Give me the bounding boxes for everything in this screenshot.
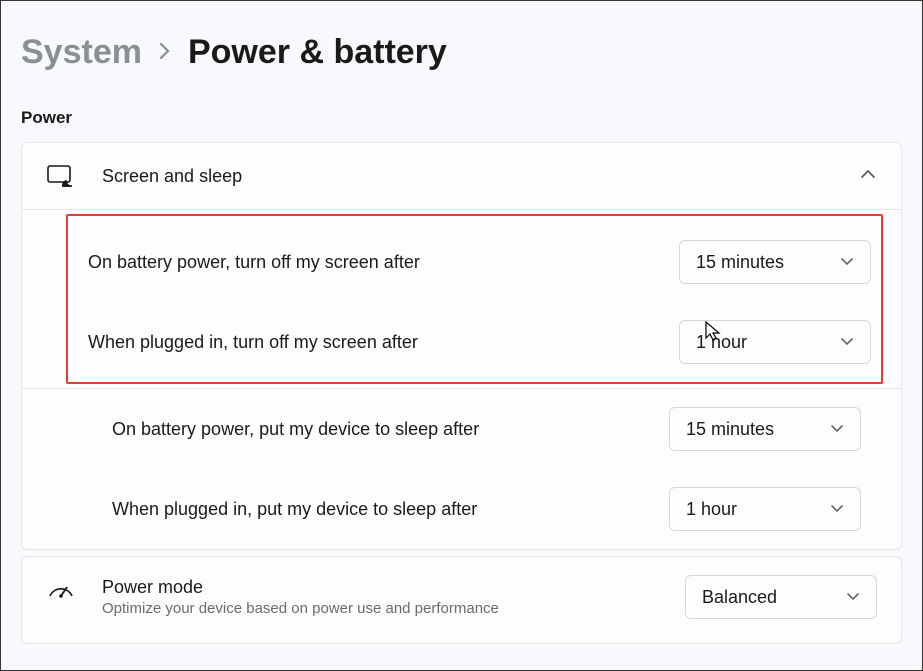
row-plugged-sleep: When plugged in, put my device to sleep … xyxy=(22,469,901,549)
card-title: Screen and sleep xyxy=(102,166,833,187)
dropdown-value: 1 hour xyxy=(696,332,747,353)
breadcrumb-parent[interactable]: System xyxy=(21,33,142,72)
dropdown-battery-screen-off[interactable]: 15 minutes xyxy=(679,240,871,284)
dropdown-plugged-sleep[interactable]: 1 hour xyxy=(669,487,861,531)
display-sleep-icon xyxy=(46,165,76,187)
page-title: Power & battery xyxy=(188,33,447,72)
dropdown-value: 15 minutes xyxy=(696,252,784,273)
chevron-right-icon xyxy=(158,37,172,68)
dropdown-value: 1 hour xyxy=(686,499,737,520)
row-plugged-screen-off: When plugged in, turn off my screen afte… xyxy=(68,302,881,382)
setting-label: When plugged in, put my device to sleep … xyxy=(112,499,649,520)
dropdown-battery-sleep[interactable]: 15 minutes xyxy=(669,407,861,451)
card-power-mode: Power mode Optimize your device based on… xyxy=(21,556,902,644)
dropdown-value: 15 minutes xyxy=(686,419,774,440)
highlight-annotation: On battery power, turn off my screen aft… xyxy=(66,214,883,384)
dropdown-value: Balanced xyxy=(702,587,777,608)
row-power-mode: Power mode Optimize your device based on… xyxy=(22,557,901,643)
gauge-icon xyxy=(46,575,76,599)
chevron-down-icon xyxy=(840,254,854,270)
row-battery-sleep: On battery power, put my device to sleep… xyxy=(22,389,901,469)
chevron-down-icon xyxy=(830,421,844,437)
chevron-up-icon xyxy=(859,167,877,185)
power-mode-subtitle: Optimize your device based on power use … xyxy=(102,600,659,617)
setting-label: On battery power, turn off my screen aft… xyxy=(88,252,659,273)
power-mode-title: Power mode xyxy=(102,577,659,598)
chevron-down-icon xyxy=(846,589,860,605)
breadcrumb: System Power & battery xyxy=(1,1,922,82)
card-screen-sleep: Screen and sleep On battery power, turn … xyxy=(21,142,902,550)
row-battery-screen-off: On battery power, turn off my screen aft… xyxy=(68,222,881,302)
chevron-down-icon xyxy=(840,334,854,350)
setting-label: On battery power, put my device to sleep… xyxy=(112,419,649,440)
dropdown-power-mode[interactable]: Balanced xyxy=(685,575,877,619)
dropdown-plugged-screen-off[interactable]: 1 hour xyxy=(679,320,871,364)
section-label-power: Power xyxy=(1,82,922,142)
card-header-screen-sleep[interactable]: Screen and sleep xyxy=(22,143,901,209)
chevron-down-icon xyxy=(830,501,844,517)
setting-label: When plugged in, turn off my screen afte… xyxy=(88,332,659,353)
